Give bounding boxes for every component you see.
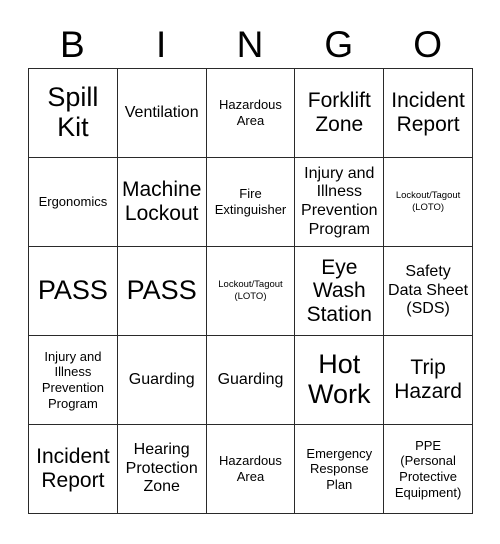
- bingo-cell[interactable]: PPE (Personal Protective Equipment): [384, 425, 473, 514]
- bingo-header-letter-n: N: [236, 23, 264, 65]
- bingo-row: Spill Kit Ventilation Hazardous Area For…: [29, 69, 473, 158]
- bingo-cell-label: Trip Hazard: [394, 356, 462, 403]
- bingo-cell[interactable]: Safety Data Sheet (SDS): [384, 247, 473, 336]
- bingo-cell-label: Lockout/Tagout (LOTO): [395, 190, 461, 213]
- bingo-cell[interactable]: Ergonomics: [29, 158, 118, 247]
- bingo-cell[interactable]: Hazardous Area: [206, 425, 296, 514]
- bingo-cell-label: Ventilation: [124, 103, 199, 121]
- bingo-cell-label: Emergency Response Plan: [306, 445, 373, 492]
- bingo-cell-label: Guarding: [128, 370, 195, 388]
- bingo-cell-label: PASS: [37, 275, 108, 306]
- bingo-cell-label: Forklift Zone: [307, 89, 371, 136]
- bingo-cell-label: Incident Report: [391, 89, 465, 136]
- bingo-cell[interactable]: PASS: [117, 247, 207, 336]
- bingo-cell-label: Guarding: [217, 370, 284, 388]
- bingo-cell-label: Hot Work: [308, 349, 371, 409]
- bingo-cell-label: Hazardous Area: [219, 453, 282, 484]
- bingo-cell-label: Machine Lockout: [122, 178, 202, 225]
- bingo-cell-label: Hearing Protection Zone: [125, 441, 198, 496]
- bingo-cell[interactable]: Guarding: [206, 336, 296, 425]
- bingo-cell[interactable]: Lockout/Tagout (LOTO): [384, 158, 473, 247]
- bingo-cell-label: Hazardous Area: [219, 97, 282, 128]
- bingo-cell[interactable]: Incident Report: [384, 69, 473, 158]
- bingo-cell-label: Lockout/Tagout (LOTO): [218, 279, 283, 302]
- bingo-row: PASS PASS Lockout/Tagout (LOTO) Eye Wash…: [29, 247, 473, 336]
- bingo-grid: Spill Kit Ventilation Hazardous Area For…: [28, 68, 473, 514]
- bingo-header-letter-i: I: [156, 23, 167, 65]
- bingo-cell-label: Safety Data Sheet (SDS): [388, 263, 469, 318]
- bingo-cell-label: Fire Extinguisher: [214, 186, 287, 217]
- bingo-cell-label: Injury and Illness Prevention Program: [301, 164, 378, 238]
- bingo-cell[interactable]: Hot Work: [295, 336, 385, 425]
- bingo-header-row: B I N G O: [28, 20, 472, 68]
- bingo-cell[interactable]: Incident Report: [29, 425, 118, 514]
- bingo-cell-label: PASS: [126, 275, 197, 306]
- bingo-cell[interactable]: Hearing Protection Zone: [117, 425, 207, 514]
- bingo-cell[interactable]: Emergency Response Plan: [295, 425, 385, 514]
- bingo-cell[interactable]: Hazardous Area: [206, 69, 296, 158]
- bingo-cell-label: Eye Wash Station: [306, 255, 372, 326]
- bingo-cell[interactable]: Spill Kit: [29, 69, 118, 158]
- bingo-cell-label: Injury and Illness Prevention Program: [41, 348, 104, 411]
- bingo-header-letter-b: B: [60, 23, 85, 65]
- bingo-header-letter-g: G: [324, 23, 354, 65]
- bingo-cell-label: Incident Report: [36, 445, 110, 492]
- bingo-cell[interactable]: Machine Lockout: [117, 158, 207, 247]
- bingo-cell[interactable]: Eye Wash Station: [295, 247, 385, 336]
- bingo-cell[interactable]: Injury and Illness Prevention Program: [29, 336, 118, 425]
- bingo-cell[interactable]: PASS: [29, 247, 118, 336]
- bingo-cell[interactable]: Fire Extinguisher: [206, 158, 296, 247]
- bingo-row: Injury and Illness Prevention Program Gu…: [29, 336, 473, 425]
- bingo-card: B I N G O Spill Kit Ventilation Hazardou…: [28, 20, 473, 514]
- bingo-cell[interactable]: Guarding: [117, 336, 207, 425]
- bingo-cell[interactable]: Lockout/Tagout (LOTO): [206, 247, 296, 336]
- bingo-cell[interactable]: Ventilation: [117, 69, 207, 158]
- bingo-row: Incident Report Hearing Protection Zone …: [29, 425, 473, 514]
- bingo-cell-label: Spill Kit: [47, 82, 99, 142]
- bingo-row: Ergonomics Machine Lockout Fire Extingui…: [29, 158, 473, 247]
- bingo-cell[interactable]: Forklift Zone: [295, 69, 385, 158]
- bingo-cell[interactable]: Trip Hazard: [384, 336, 473, 425]
- bingo-header-letter-o: O: [413, 23, 442, 65]
- bingo-cell-label: Ergonomics: [38, 194, 108, 210]
- bingo-cell[interactable]: Injury and Illness Prevention Program: [295, 158, 385, 247]
- bingo-cell-label: PPE (Personal Protective Equipment): [394, 437, 462, 500]
